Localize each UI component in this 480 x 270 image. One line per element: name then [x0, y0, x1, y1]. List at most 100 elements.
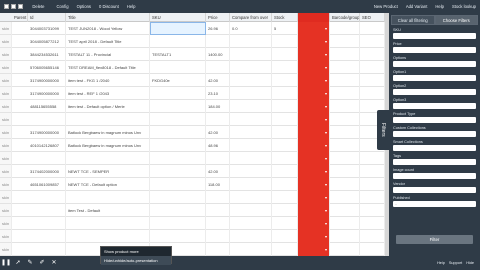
highlight-dropdown-cell[interactable]: ▾ [298, 35, 330, 48]
seo-cell[interactable] [360, 48, 385, 61]
row-type-cell[interactable]: skin [0, 217, 12, 230]
sku-cell[interactable] [150, 113, 206, 126]
seo-cell[interactable] [360, 152, 385, 165]
table-row[interactable]: skin ▾ [0, 230, 385, 243]
id-cell[interactable] [28, 191, 66, 204]
id-cell[interactable] [28, 152, 66, 165]
sku-cell[interactable] [150, 61, 206, 74]
id-cell[interactable]: 3044005877212 [28, 35, 66, 48]
col-barcode[interactable]: Barcode/group [330, 13, 360, 22]
compare-price-cell[interactable] [230, 35, 272, 48]
highlight-dropdown-cell[interactable]: ▾ [298, 217, 330, 230]
table-row[interactable]: skin 3044003731099 TEST JUN2018 - Wood Yel… [0, 22, 385, 35]
filter-input[interactable] [393, 131, 476, 137]
table-row[interactable]: skin ▾ [0, 243, 385, 256]
stock-cell[interactable] [272, 74, 298, 87]
filter-input[interactable] [393, 75, 476, 81]
stock-cell[interactable] [272, 230, 298, 243]
barcode-cell[interactable] [330, 165, 360, 178]
row-type-cell[interactable]: skin [0, 204, 12, 217]
title-cell[interactable]: Batlock Bergbaew in magnum minos Unv [66, 139, 150, 152]
support-link[interactable]: Support [449, 261, 462, 265]
sku-cell[interactable] [150, 35, 206, 48]
title-cell[interactable]: TESTALT 11 - Provincial [66, 48, 150, 61]
compare-price-cell[interactable] [230, 113, 272, 126]
barcode-cell[interactable] [330, 113, 360, 126]
price-cell[interactable] [206, 113, 230, 126]
id-cell[interactable]: 4651061009857 [28, 178, 66, 191]
stock-cell[interactable] [272, 100, 298, 113]
table-row[interactable]: skin ▾ [0, 152, 385, 165]
col-highlight[interactable] [298, 13, 330, 22]
highlight-dropdown-cell[interactable]: ▾ [298, 22, 330, 35]
seo-cell[interactable] [360, 243, 385, 256]
title-cell[interactable]: item Test - Default [66, 204, 150, 217]
price-cell[interactable] [206, 230, 230, 243]
price-cell[interactable] [206, 217, 230, 230]
popup-item-hide-unhide[interactable]: Hide/unhide/auto-presentation [101, 256, 171, 265]
sku-cell[interactable]: FKDG40e [150, 74, 206, 87]
price-cell[interactable]: 1400.00 [206, 48, 230, 61]
id-cell[interactable]: 3174900000000 [28, 126, 66, 139]
seo-cell[interactable] [360, 204, 385, 217]
sku-cell[interactable] [150, 139, 206, 152]
title-cell[interactable]: Batlock Bergbaew in magnum minos Unv [66, 126, 150, 139]
filter-input[interactable] [393, 33, 476, 39]
highlight-dropdown-cell[interactable]: ▾ [298, 178, 330, 191]
sku-cell[interactable]: TESTALT1 [150, 48, 206, 61]
compare-price-cell[interactable]: 0.0 [230, 22, 272, 35]
sku-cell[interactable] [150, 217, 206, 230]
table-row[interactable]: skin 4651061009857 NEWT TCE - Default opti… [0, 178, 385, 191]
title-cell[interactable]: TEST JUN2018 - Wood Yellow [66, 22, 150, 35]
help-link[interactable]: Help [437, 261, 445, 265]
highlight-dropdown-cell[interactable]: ▾ [298, 191, 330, 204]
price-cell[interactable]: 118.00 [206, 178, 230, 191]
price-cell[interactable]: 23.10 [206, 87, 230, 100]
title-cell[interactable]: NEWT TCE - Default option [66, 178, 150, 191]
barcode-cell[interactable] [330, 139, 360, 152]
barcode-cell[interactable] [330, 204, 360, 217]
barcode-cell[interactable] [330, 217, 360, 230]
title-cell[interactable]: TEST DREAM_flex8018 - Default Title [66, 61, 150, 74]
hide-link[interactable]: Hide [466, 261, 474, 265]
stock-cell[interactable] [272, 87, 298, 100]
id-cell[interactable] [28, 113, 66, 126]
row-type-cell[interactable]: skin [0, 230, 12, 243]
table-row[interactable]: skin 5706005655146 TEST DREAM_flex8018 - D… [0, 61, 385, 74]
filter-input[interactable] [393, 173, 476, 179]
row-type-cell[interactable]: skin [0, 165, 12, 178]
price-cell[interactable] [206, 243, 230, 256]
compare-price-cell[interactable] [230, 191, 272, 204]
highlight-dropdown-cell[interactable]: ▾ [298, 100, 330, 113]
sku-cell[interactable] [150, 100, 206, 113]
barcode-cell[interactable] [330, 191, 360, 204]
seo-cell[interactable] [360, 74, 385, 87]
compare-price-cell[interactable] [230, 100, 272, 113]
title-cell[interactable] [66, 217, 150, 230]
title-cell[interactable]: NEWT TCE - SEMPER [66, 165, 150, 178]
sku-cell[interactable] [150, 178, 206, 191]
sku-cell[interactable] [150, 87, 206, 100]
table-row[interactable]: skin 488115655558 item test - Default opti… [0, 100, 385, 113]
select-all-checkbox[interactable] [4, 4, 9, 10]
seo-cell[interactable] [360, 22, 385, 35]
id-cell[interactable]: 4010142126807 [28, 139, 66, 152]
barcode-cell[interactable] [330, 100, 360, 113]
filter-input[interactable]: -- [393, 201, 476, 207]
barcode-cell[interactable] [330, 178, 360, 191]
compare-price-cell[interactable] [230, 178, 272, 191]
id-cell[interactable] [28, 230, 66, 243]
sku-cell[interactable] [150, 22, 206, 35]
row-type-cell[interactable]: skin [0, 139, 12, 152]
stock-cell[interactable] [272, 204, 298, 217]
title-cell[interactable]: item test - Default option / Merle [66, 100, 150, 113]
col-parent[interactable]: Parent [12, 13, 28, 22]
col-id[interactable]: Id [28, 13, 66, 22]
barcode-cell[interactable] [330, 74, 360, 87]
row-type-cell[interactable]: skin [0, 243, 12, 256]
id-cell[interactable]: 3844234532611 [28, 48, 66, 61]
compare-price-cell[interactable] [230, 74, 272, 87]
price-cell[interactable] [206, 191, 230, 204]
title-cell[interactable] [66, 113, 150, 126]
help-menu[interactable]: Help [123, 4, 140, 9]
